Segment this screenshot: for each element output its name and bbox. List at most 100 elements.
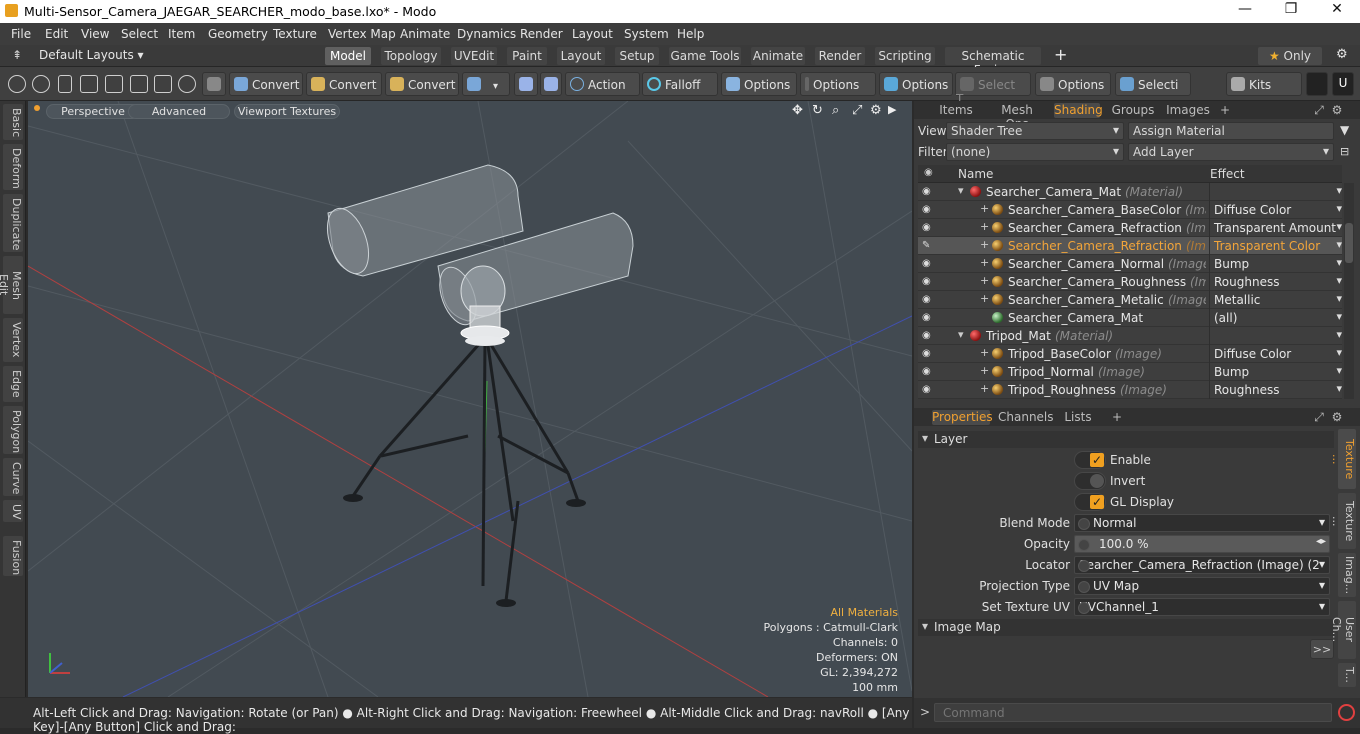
move-view-icon[interactable]: ✥ (792, 103, 803, 118)
image-map-section-header[interactable]: Image Map (918, 619, 1334, 636)
tab-groups[interactable]: Groups (1110, 103, 1156, 118)
tab-model[interactable]: Model (325, 47, 371, 65)
brush-icon[interactable]: ✎ (922, 240, 936, 252)
locator-dropdown[interactable]: Searcher_Camera_Refraction (Image) (2) (… (1074, 556, 1330, 574)
select-through-button[interactable]: Select T... (955, 72, 1031, 106)
side-tab-image[interactable]: Imag... (1338, 553, 1356, 597)
workplane-button[interactable] (540, 72, 562, 96)
selection-sets-button[interactable]: Selecti ... (1115, 72, 1191, 106)
menu-system[interactable]: System (624, 27, 669, 41)
menu-vertex-map[interactable]: Vertex Map (328, 27, 396, 41)
rotate-view-icon[interactable]: ↻ (812, 103, 823, 118)
menu-dynamics[interactable]: Dynamics (457, 27, 516, 41)
advanced-button[interactable]: Advanced (128, 104, 230, 119)
falloff-options-button[interactable]: Options (721, 72, 797, 96)
shader-tree-row[interactable]: ◉ + Tripod_Normal (Image) Bump (918, 363, 1342, 381)
default-layouts-dropdown[interactable]: Default Layouts ▾ (39, 48, 144, 62)
gl-display-checkbox[interactable]: ✓ (1074, 493, 1106, 511)
expand-plus-icon[interactable]: + (980, 238, 989, 251)
tab-mesh-ops[interactable]: Mesh Ops (988, 103, 1046, 131)
shader-tree-row[interactable]: ◉ + Searcher_Camera_Metalic (Image)Metallic (918, 291, 1342, 309)
effect-dropdown[interactable]: Diffuse Color (1209, 345, 1342, 363)
tab-layout[interactable]: Layout (557, 47, 605, 65)
expand-plus-icon[interactable]: + (980, 256, 989, 269)
gear-icon[interactable]: ⚙ (1336, 47, 1348, 62)
eye-icon[interactable]: ◉ (922, 258, 936, 270)
eye-icon[interactable]: ◉ (922, 186, 936, 198)
eye-icon[interactable]: ◉ (922, 294, 936, 306)
polygons-mode-icon[interactable] (58, 75, 72, 93)
shield-cube-button[interactable] (202, 72, 226, 96)
eye-icon[interactable]: ◉ (922, 348, 936, 360)
effect-dropdown[interactable]: Roughness (1209, 273, 1342, 291)
effect-dropdown[interactable]: (all) (1209, 309, 1342, 327)
maximize-view-icon[interactable]: ⤢ (852, 103, 862, 118)
tab-items[interactable]: Items (936, 103, 976, 118)
set-texture-uv-dropdown[interactable]: UVChannel_1 ▾ (1074, 598, 1330, 616)
menu-texture[interactable]: Texture (273, 27, 317, 41)
tab-scripting[interactable]: Scripting (875, 47, 935, 65)
shader-tree-row[interactable]: ✎ + Searcher_Camera_Refraction (Image) ...T… (918, 237, 1342, 255)
effect-dropdown[interactable]: Diffuse Color (1209, 201, 1342, 219)
close-button[interactable]: ✕ (1314, 1, 1360, 21)
viewport-menu-dot-icon[interactable] (34, 105, 40, 111)
viewport-textures-button[interactable]: Viewport Textures (234, 104, 340, 119)
effect-dropdown[interactable] (1209, 327, 1342, 345)
ptag-mode-icon[interactable] (178, 75, 196, 93)
side-tab-texture-2[interactable]: Texture ... (1330, 493, 1356, 549)
tab-schematic-fusion[interactable]: Schematic Fusion (945, 47, 1041, 77)
shader-tree-row[interactable]: ◉ + Tripod_Roughness (Image) Roughness (918, 381, 1342, 399)
tab-properties[interactable]: Properties (932, 410, 993, 425)
menu-view[interactable]: View (81, 27, 109, 41)
items-mode-icon[interactable] (80, 75, 98, 93)
tab-channels[interactable]: Channels (998, 410, 1054, 425)
invert-checkbox[interactable] (1074, 472, 1106, 490)
tab-animate[interactable]: Animate (751, 47, 805, 65)
eye-icon[interactable]: ◉ (922, 312, 936, 324)
vtab-vertex[interactable]: Vertex (3, 318, 23, 362)
action-center-button[interactable]: Action (565, 72, 640, 96)
shader-tree-scrollbar[interactable] (1344, 183, 1354, 399)
shader-tree-row[interactable]: ◉ ▾ Tripod_Mat (Material) (918, 327, 1342, 345)
vtab-polygon[interactable]: Polygon (3, 406, 23, 454)
view-dropdown[interactable]: Shader Tree ▾ (946, 122, 1124, 140)
menu-render[interactable]: Render (520, 27, 563, 41)
record-macro-icon[interactable] (1338, 704, 1355, 721)
menu-animate[interactable]: Animate (400, 27, 450, 41)
shader-tree-row[interactable]: ◉ Searcher_Camera_Mat (all) (918, 309, 1342, 327)
expand-plus-icon[interactable]: + (980, 364, 989, 377)
3d-viewport[interactable]: Perspective Advanced Viewport Textures ✥… (28, 101, 912, 697)
expand-plus-icon[interactable]: + (980, 274, 989, 287)
menu-select[interactable]: Select (121, 27, 158, 41)
menu-layout[interactable]: Layout (572, 27, 613, 41)
menu-geometry[interactable]: Geometry (208, 27, 268, 41)
vtab-mesh-edit[interactable]: Mesh Edit (0, 256, 23, 314)
tab-images[interactable]: Images (1166, 103, 1210, 118)
shader-tree-row[interactable]: ◉ + Searcher_Camera_Normal(Image)Bump (918, 255, 1342, 273)
filter-funnel-icon[interactable]: ▼ (1340, 123, 1356, 139)
expand-plus-icon[interactable]: + (980, 202, 989, 215)
tab-render[interactable]: Render (815, 47, 865, 65)
eye-icon[interactable]: ◉ (922, 204, 936, 216)
vtab-fusion[interactable]: Fusion (3, 536, 23, 576)
blend-mode-dropdown[interactable]: Normal ▾ (1074, 514, 1330, 532)
shader-tree-row[interactable]: ◉ + Searcher_Camera_Roughness(Image)Roughn… (918, 273, 1342, 291)
add-tab-button[interactable]: + (1054, 45, 1067, 64)
layer-section-header[interactable]: Layer (918, 431, 1334, 448)
collapse-icon[interactable]: ⊟ (1340, 145, 1354, 159)
command-input[interactable] (934, 703, 1332, 722)
vertices-mode-icon[interactable] (8, 75, 26, 93)
workplane-options-button[interactable]: Options (879, 72, 953, 96)
effect-dropdown[interactable]: Metallic (1209, 291, 1342, 309)
shader-tree-row[interactable]: ◉ + Searcher_Camera_BaseColor(Image)Diffus… (918, 201, 1342, 219)
expand-plus-icon[interactable]: + (980, 382, 989, 395)
shader-tree-row[interactable]: ◉ + Tripod_BaseColor (Image) Diffuse Color (918, 345, 1342, 363)
layout-grip-icon[interactable]: ⇞ (12, 48, 22, 62)
menu-item[interactable]: Item (168, 27, 195, 41)
effect-column-header[interactable]: Effect (1210, 167, 1245, 181)
viewport-expand-icon[interactable]: ▶ (888, 103, 896, 116)
snap-dropdown[interactable]: ▾ (462, 72, 510, 96)
tab-game-tools[interactable]: Game Tools (669, 47, 741, 65)
tab-uvedit[interactable]: UVEdit (451, 47, 497, 65)
convert-button-3[interactable]: Convert (385, 72, 459, 96)
